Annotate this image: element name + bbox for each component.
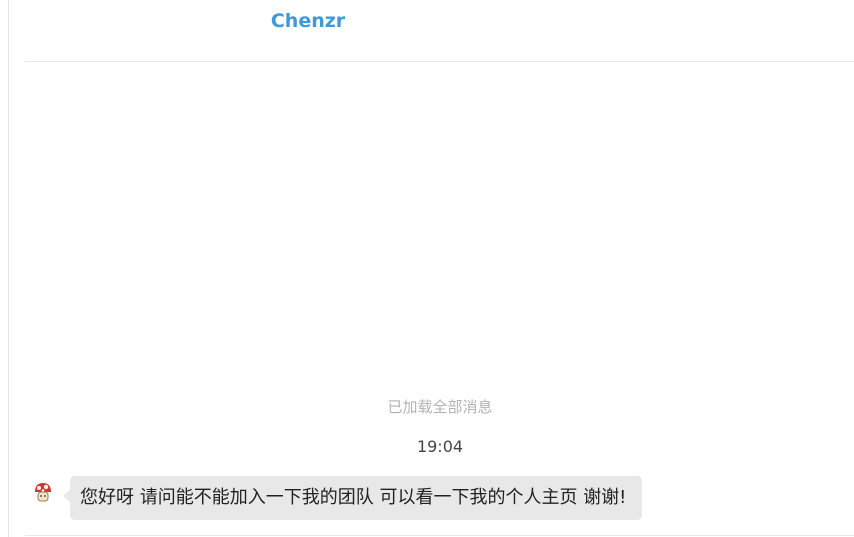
- timestamp-text: 19:04: [416, 437, 464, 456]
- mushroom-icon[interactable]: [33, 482, 53, 504]
- message-row: 您好呀 请问能不能加入一下我的团队 可以看一下我的个人主页 谢谢!: [25, 474, 854, 524]
- loaded-note-text: 已加载全部消息: [387, 398, 493, 416]
- left-border: [8, 0, 9, 537]
- chat-title-text: Chenzr: [270, 10, 346, 32]
- chat-title: Chenzr: [25, 10, 854, 32]
- chat-header: Chenzr: [25, 0, 854, 62]
- message-bubble: 您好呀 请问能不能加入一下我的团队 可以看一下我的个人主页 谢谢!: [62, 476, 643, 520]
- bottom-divider: [25, 535, 854, 536]
- all-messages-loaded-note: 已加载全部消息: [25, 396, 854, 417]
- message-list[interactable]: 已加载全部消息 19:04 您好呀 请问能不能加入一下我的团队 可以看一下我的个…: [25, 62, 854, 537]
- message-text: 您好呀 请问能不能加入一下我的团队 可以看一下我的个人主页 谢谢!: [80, 487, 627, 508]
- message-timestamp: 19:04: [25, 437, 854, 456]
